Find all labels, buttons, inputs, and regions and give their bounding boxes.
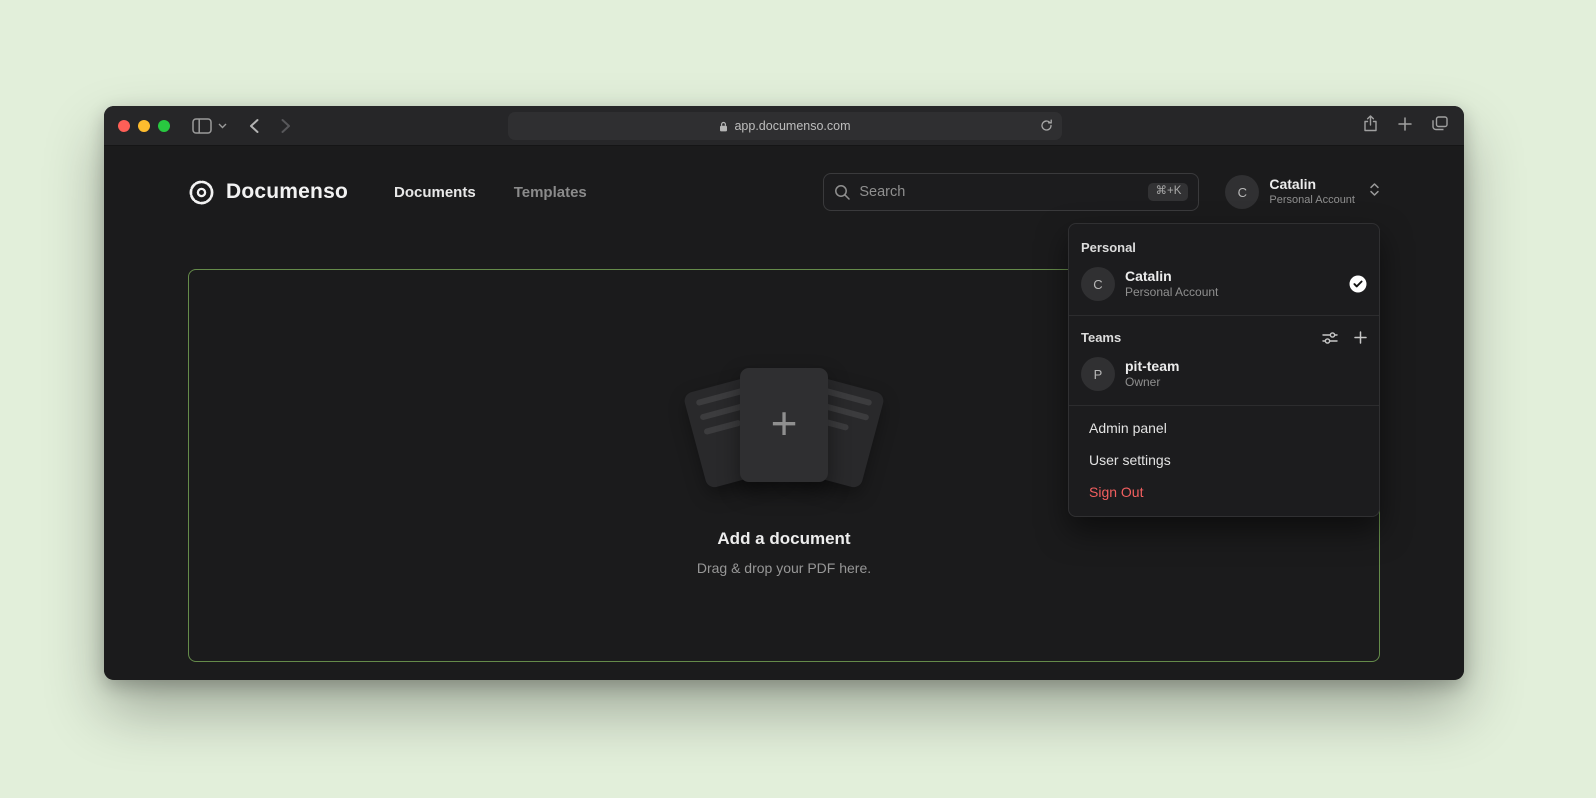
personal-account-name: Catalin [1125,267,1218,285]
personal-section-label: Personal [1069,228,1379,259]
lock-icon [719,121,728,132]
search-icon [834,184,850,200]
sidebar-toggle-icon[interactable] [192,118,212,134]
reload-icon[interactable] [1040,119,1053,135]
document-card-center: + [740,368,828,482]
account-type: Personal Account [1269,194,1355,208]
search-input[interactable] [859,184,1139,200]
share-icon[interactable] [1363,115,1378,137]
forward-button-icon[interactable] [281,118,291,134]
plus-icon: + [771,400,798,446]
team-item[interactable]: P pit-team Owner [1069,349,1379,399]
menu-item-admin-panel[interactable]: Admin panel [1069,412,1379,444]
selected-check-icon [1349,275,1367,293]
window-controls [118,120,170,132]
team-avatar: P [1081,357,1115,391]
close-window-button[interactable] [118,120,130,132]
brand-name: Documenso [226,180,348,204]
dropzone-subtitle: Drag & drop your PDF here. [697,560,871,576]
back-button-icon[interactable] [249,118,259,134]
sidebar-chevron-icon[interactable] [218,123,227,129]
avatar: C [1225,175,1259,209]
personal-account-type: Personal Account [1125,285,1218,301]
team-role: Owner [1125,375,1179,391]
menu-item-sign-out[interactable]: Sign Out [1069,476,1379,508]
account-dropdown-menu: Personal C Catalin Personal Account [1068,223,1380,517]
address-bar[interactable]: app.documenso.com [508,112,1062,140]
avatar: C [1081,267,1115,301]
address-bar-url: app.documenso.com [734,119,850,133]
browser-titlebar: app.documenso.com [104,106,1464,146]
add-team-icon[interactable] [1354,331,1367,344]
menu-item-user-settings[interactable]: User settings [1069,444,1379,476]
search-shortcut-badge: ⌘+K [1148,183,1188,201]
primary-nav: Documents Templates [394,184,587,201]
tab-overview-icon[interactable] [1432,116,1448,136]
minimize-window-button[interactable] [138,120,150,132]
teams-section-header: Teams [1069,322,1379,349]
zoom-window-button[interactable] [158,120,170,132]
nav-item-templates[interactable]: Templates [514,184,587,201]
manage-teams-icon[interactable] [1322,331,1338,345]
documenso-logo-icon [188,179,215,206]
documenso-app: Documenso Documents Templates ⌘+K [104,146,1464,679]
nav-item-documents[interactable]: Documents [394,184,476,201]
personal-account-item[interactable]: C Catalin Personal Account [1069,259,1379,309]
new-tab-icon[interactable] [1398,117,1412,136]
chevron-up-down-icon [1369,182,1380,202]
document-stack-illustration: + [678,355,890,503]
menu-divider [1069,405,1379,406]
menu-divider [1069,315,1379,316]
team-name: pit-team [1125,357,1179,375]
account-name: Catalin [1269,176,1355,194]
account-menu-trigger[interactable]: C Catalin Personal Account [1225,175,1380,209]
teams-section-label: Teams [1081,330,1121,345]
search-bar[interactable]: ⌘+K [823,173,1199,211]
brand[interactable]: Documenso [188,179,348,206]
browser-window: app.documenso.com [104,106,1464,680]
dropzone-title: Add a document [717,529,850,549]
